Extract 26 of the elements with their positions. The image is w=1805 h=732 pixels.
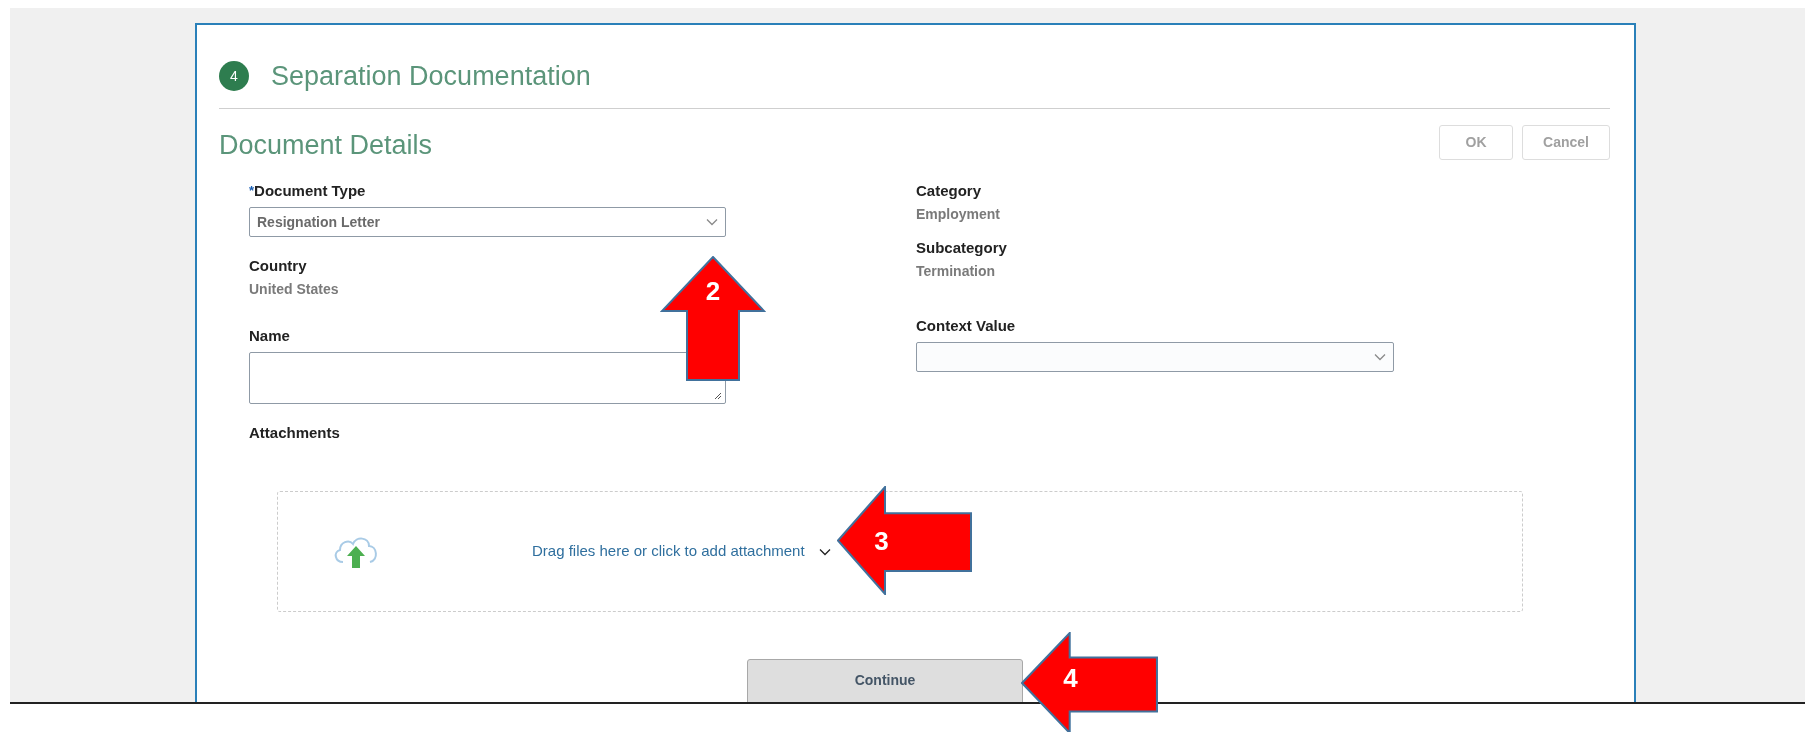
select-field[interactable]: Resignation Letter	[249, 207, 726, 237]
field-label: Subcategory	[916, 239, 1007, 256]
text-area[interactable]	[249, 352, 726, 404]
continue-button[interactable]: Continue	[747, 659, 1023, 702]
section-title: Document Details	[219, 129, 433, 162]
required-mark: *	[249, 183, 255, 198]
callout-number: 4	[1063, 665, 1078, 691]
step-title: Separation Documentation	[271, 60, 591, 92]
field-label: Attachments	[249, 424, 340, 441]
field-value: Employment	[916, 205, 1000, 224]
field-label: Document Type	[254, 182, 366, 199]
add-attachment-link[interactable]: Drag files here or click to add attachment	[532, 540, 805, 563]
callout-number: 3	[874, 527, 889, 554]
chevron-down-icon	[706, 218, 718, 226]
resize-handle-icon[interactable]	[714, 392, 722, 400]
field-label: Category	[916, 182, 982, 199]
chevron-down-icon	[818, 547, 831, 556]
step-number-badge: 4	[219, 61, 249, 91]
field-label: Context Value	[916, 317, 1016, 334]
chevron-down-icon	[1374, 353, 1386, 361]
field-label: Name	[249, 327, 290, 344]
field-label: Country	[249, 257, 307, 274]
callout-number: 2	[705, 278, 721, 304]
select-field[interactable]	[916, 342, 1394, 372]
field-value: Termination	[916, 262, 996, 281]
field-value: United States	[249, 280, 339, 299]
